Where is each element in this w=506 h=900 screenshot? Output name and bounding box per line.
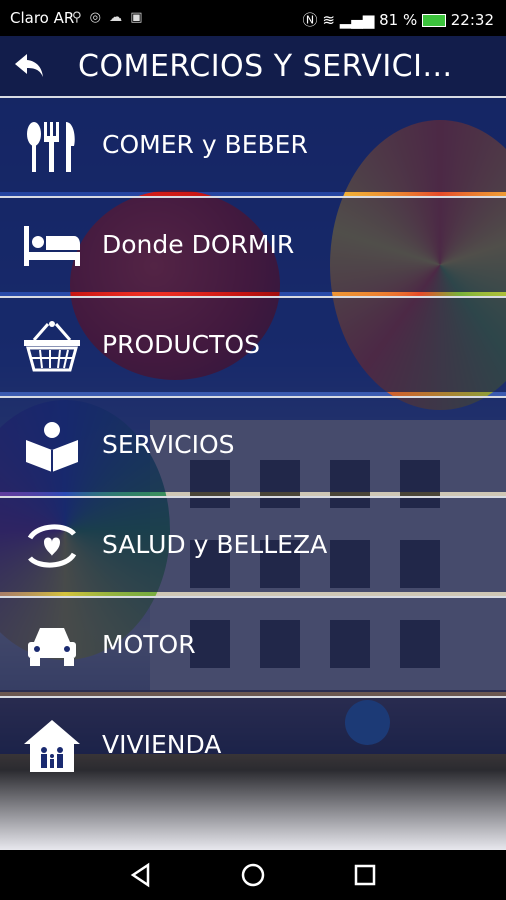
recents-square-icon[interactable]: [352, 862, 378, 888]
house-family-icon: [24, 720, 80, 772]
signal-icon: ▂▄▆: [339, 11, 375, 29]
page-title: COMERCIOS Y SERVICI...: [78, 49, 453, 84]
car-icon: [28, 628, 76, 666]
status-bar: Claro AR ⚲ ◎ ☁ ▣ Ⓝ ≋ ▂▄▆ 81 % 22:32: [0, 0, 506, 36]
carrier-label: Claro AR: [10, 9, 75, 27]
notification-icons: ⚲ ◎ ☁ ▣: [72, 10, 145, 25]
menu-item-label: SERVICIOS: [102, 430, 235, 459]
battery-icon: [421, 14, 446, 27]
menu-item-vivienda[interactable]: VIVIENDA: [0, 696, 506, 772]
open-book-icon: [26, 422, 78, 472]
category-menu: COMER y BEBER Donde DORMIR PRODUCTOS SER…: [0, 96, 506, 850]
menu-item-label: VIVIENDA: [102, 730, 222, 759]
status-right: Ⓝ ≋ ▂▄▆ 81 % 22:32: [303, 9, 494, 30]
nfc-icon: Ⓝ: [302, 11, 318, 29]
menu-item-label: SALUD y BELLEZA: [102, 530, 328, 559]
clock: 22:32: [450, 11, 494, 29]
home-circle-icon[interactable]: [240, 862, 266, 888]
bed-icon: [24, 226, 80, 266]
battery-percent: 81 %: [379, 11, 418, 29]
wifi-icon: ≋: [322, 11, 335, 29]
menu-item-donde-dormir[interactable]: Donde DORMIR: [0, 196, 506, 292]
back-arrow-icon[interactable]: [13, 50, 45, 82]
app-bar: COMERCIOS Y SERVICI...: [0, 36, 506, 96]
menu-item-label: MOTOR: [102, 630, 196, 659]
menu-item-label: PRODUCTOS: [102, 330, 260, 359]
menu-item-productos[interactable]: PRODUCTOS: [0, 296, 506, 392]
menu-item-comer-beber[interactable]: COMER y BEBER: [0, 96, 506, 192]
basket-icon: [24, 321, 80, 372]
menu-item-servicios[interactable]: SERVICIOS: [0, 396, 506, 492]
cutlery-icon: [27, 122, 75, 172]
navigation-bar: [0, 850, 506, 900]
menu-item-motor[interactable]: MOTOR: [0, 596, 506, 692]
heart-hands-icon: [27, 524, 77, 568]
menu-item-label: COMER y BEBER: [102, 130, 308, 159]
menu-item-label: Donde DORMIR: [102, 230, 295, 259]
menu-item-salud-belleza[interactable]: SALUD y BELLEZA: [0, 496, 506, 592]
back-triangle-icon[interactable]: [128, 862, 154, 888]
